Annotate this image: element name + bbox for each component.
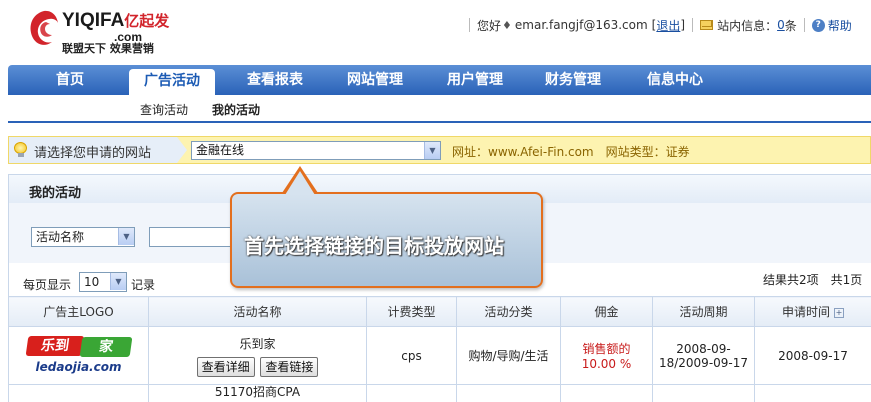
commission-label: 销售额的 — [582, 342, 631, 356]
commission-cell: 销售额的 10.00 % — [560, 326, 653, 385]
nav-reports[interactable]: 查看报表 — [234, 65, 316, 95]
subnav-my-campaigns[interactable]: 我的活动 — [212, 101, 260, 118]
advertiser-logo-cell — [8, 384, 149, 402]
commission-cell — [560, 384, 653, 402]
yiqifa-logo[interactable]: YIQIFA亿起发 .com 联盟天下 效果营销 — [26, 8, 176, 55]
col-header-name: 活动名称 — [148, 296, 367, 327]
divider — [803, 18, 805, 32]
sub-nav: 查询活动 我的活动 — [8, 95, 871, 123]
user-icon: ♦ — [502, 18, 512, 32]
inbox-label: 站内信息： — [717, 18, 778, 33]
tutorial-callout: 首先选择链接的目标投放网站 — [230, 166, 543, 288]
inbox-unit: 条 — [784, 18, 797, 33]
col-header-category: 活动分类 — [456, 296, 561, 327]
brand-name: YIQIFA亿起发 — [62, 10, 170, 31]
chevron-down-icon[interactable]: ▼ — [110, 273, 126, 290]
site-select-bar: 请选择您申请的网站 金融在线 ▼ 网址：www.Afei-Fin.com 网站类… — [8, 136, 871, 164]
table-header-row: 广告主LOGO 活动名称 计费类型 活动分类 佣金 活动周期 申请时间 + — [8, 296, 871, 327]
campaign-name-cell: 51170招商CPA — [148, 384, 367, 402]
callout-text: 首先选择链接的目标投放网站 — [244, 234, 504, 258]
category-cell: 购物/导购/生活 — [456, 326, 561, 385]
nav-info-center[interactable]: 信息中心 — [634, 65, 716, 95]
help-link[interactable]: 帮助 — [828, 17, 852, 34]
inbox-count-link[interactable]: 0 — [777, 18, 785, 32]
brand-slogan: 联盟天下 效果营销 — [62, 42, 154, 55]
user-email: emar.fangjf@163.com — [514, 18, 648, 32]
campaign-name: 乐到家 — [239, 336, 276, 351]
envelope-icon — [700, 20, 714, 30]
user-bar: 您好 ♦ emar.fangjf@163.com [ 退出 ] 站内信息： 0 … — [462, 16, 852, 34]
col-header-commission: 佣金 — [560, 296, 653, 327]
logo-mark-icon — [30, 10, 58, 45]
nav-site-management[interactable]: 网站管理 — [334, 65, 416, 95]
nav-ad-campaigns[interactable]: 广告活动 — [129, 69, 215, 95]
advertiser-logo-red: 乐到 — [25, 335, 84, 356]
greeting: 您好 — [477, 18, 502, 33]
filter-field-value: 活动名称 — [36, 230, 85, 244]
nav-finance[interactable]: 财务管理 — [532, 65, 614, 95]
period-cell: 2008-09-18/2009-09-17 — [652, 326, 755, 385]
nav-user-management[interactable]: 用户管理 — [434, 65, 516, 95]
view-link-button[interactable]: 查看链接 — [260, 356, 319, 377]
col-header-period: 活动周期 — [652, 296, 755, 327]
divider — [469, 18, 470, 32]
per-page-select[interactable]: 10 ▼ — [79, 272, 127, 292]
category-cell — [456, 384, 561, 402]
header: YIQIFA亿起发 .com 联盟天下 效果营销 您好 ♦ emar.fangj… — [0, 0, 871, 62]
lightbulb-icon — [14, 142, 27, 158]
site-select[interactable]: 金融在线 ▼ — [191, 141, 441, 160]
subnav-query-campaigns[interactable]: 查询活动 — [140, 101, 188, 118]
nav-home[interactable]: 首页 — [40, 65, 100, 95]
campaign-name: 51170招商CPA — [214, 385, 301, 399]
advertiser-logo-cell: 乐到 家 ledaojia.com — [8, 326, 149, 385]
site-select-value: 金融在线 — [196, 143, 245, 157]
site-select-label: 请选择您申请的网站 — [34, 146, 152, 161]
campaign-table: 广告主LOGO 活动名称 计费类型 活动分类 佣金 活动周期 申请时间 + 乐到 … — [8, 296, 871, 402]
col-header-applied-label: 申请时间 — [781, 305, 830, 319]
col-header-billing: 计费类型 — [366, 296, 457, 327]
view-detail-button[interactable]: 查看详细 — [196, 356, 255, 377]
help-icon[interactable]: ? — [811, 18, 825, 32]
commission-value: 10.00 % — [581, 357, 632, 371]
billing-type-cell: cps — [366, 326, 457, 385]
filter-field-select[interactable]: 活动名称 ▼ — [31, 227, 135, 247]
col-header-logo: 广告主LOGO — [8, 296, 149, 327]
applied-date-cell: 2008-09-17 — [754, 326, 871, 385]
divider — [692, 18, 694, 32]
applied-date-cell — [754, 384, 871, 402]
advertiser-logo-wordmark: 乐到 家 — [23, 335, 135, 358]
chevron-down-icon[interactable]: ▼ — [424, 142, 440, 159]
per-page-value: 10 — [84, 275, 100, 289]
col-header-applied[interactable]: 申请时间 + — [754, 296, 871, 327]
advertiser-logo-url: ledaojia.com — [35, 359, 122, 374]
billing-type-cell — [366, 384, 457, 402]
sort-icon[interactable]: + — [834, 307, 844, 318]
campaign-name-cell: 乐到家 查看详细 查看链接 — [148, 326, 367, 385]
site-info: 网址：www.Afei-Fin.com 网站类型：证券 — [452, 145, 690, 159]
chevron-down-icon[interactable]: ▼ — [118, 228, 134, 245]
advertiser-logo[interactable]: 乐到 家 ledaojia.com — [23, 334, 135, 378]
table-row: 乐到 家 ledaojia.com 乐到家 查看详细 查看链接 cps 购物/导… — [8, 326, 871, 385]
logout-link[interactable]: 退出 — [656, 17, 680, 34]
period-cell — [652, 384, 755, 402]
logout-bracket-close: ] — [680, 18, 686, 32]
result-summary: 结果共2项 共1页 — [763, 273, 863, 287]
main-nav: 首页 广告活动 查看报表 网站管理 用户管理 财务管理 信息中心 — [8, 65, 871, 95]
advertiser-logo-green: 家 — [79, 336, 132, 357]
per-page-label: 每页显示 — [23, 278, 72, 292]
table-row: 51170招商CPA — [8, 384, 871, 402]
per-page-unit: 记录 — [131, 278, 156, 292]
callout-pointer-fill — [285, 171, 315, 195]
site-label-box: 请选择您申请的网站 — [9, 137, 187, 163]
